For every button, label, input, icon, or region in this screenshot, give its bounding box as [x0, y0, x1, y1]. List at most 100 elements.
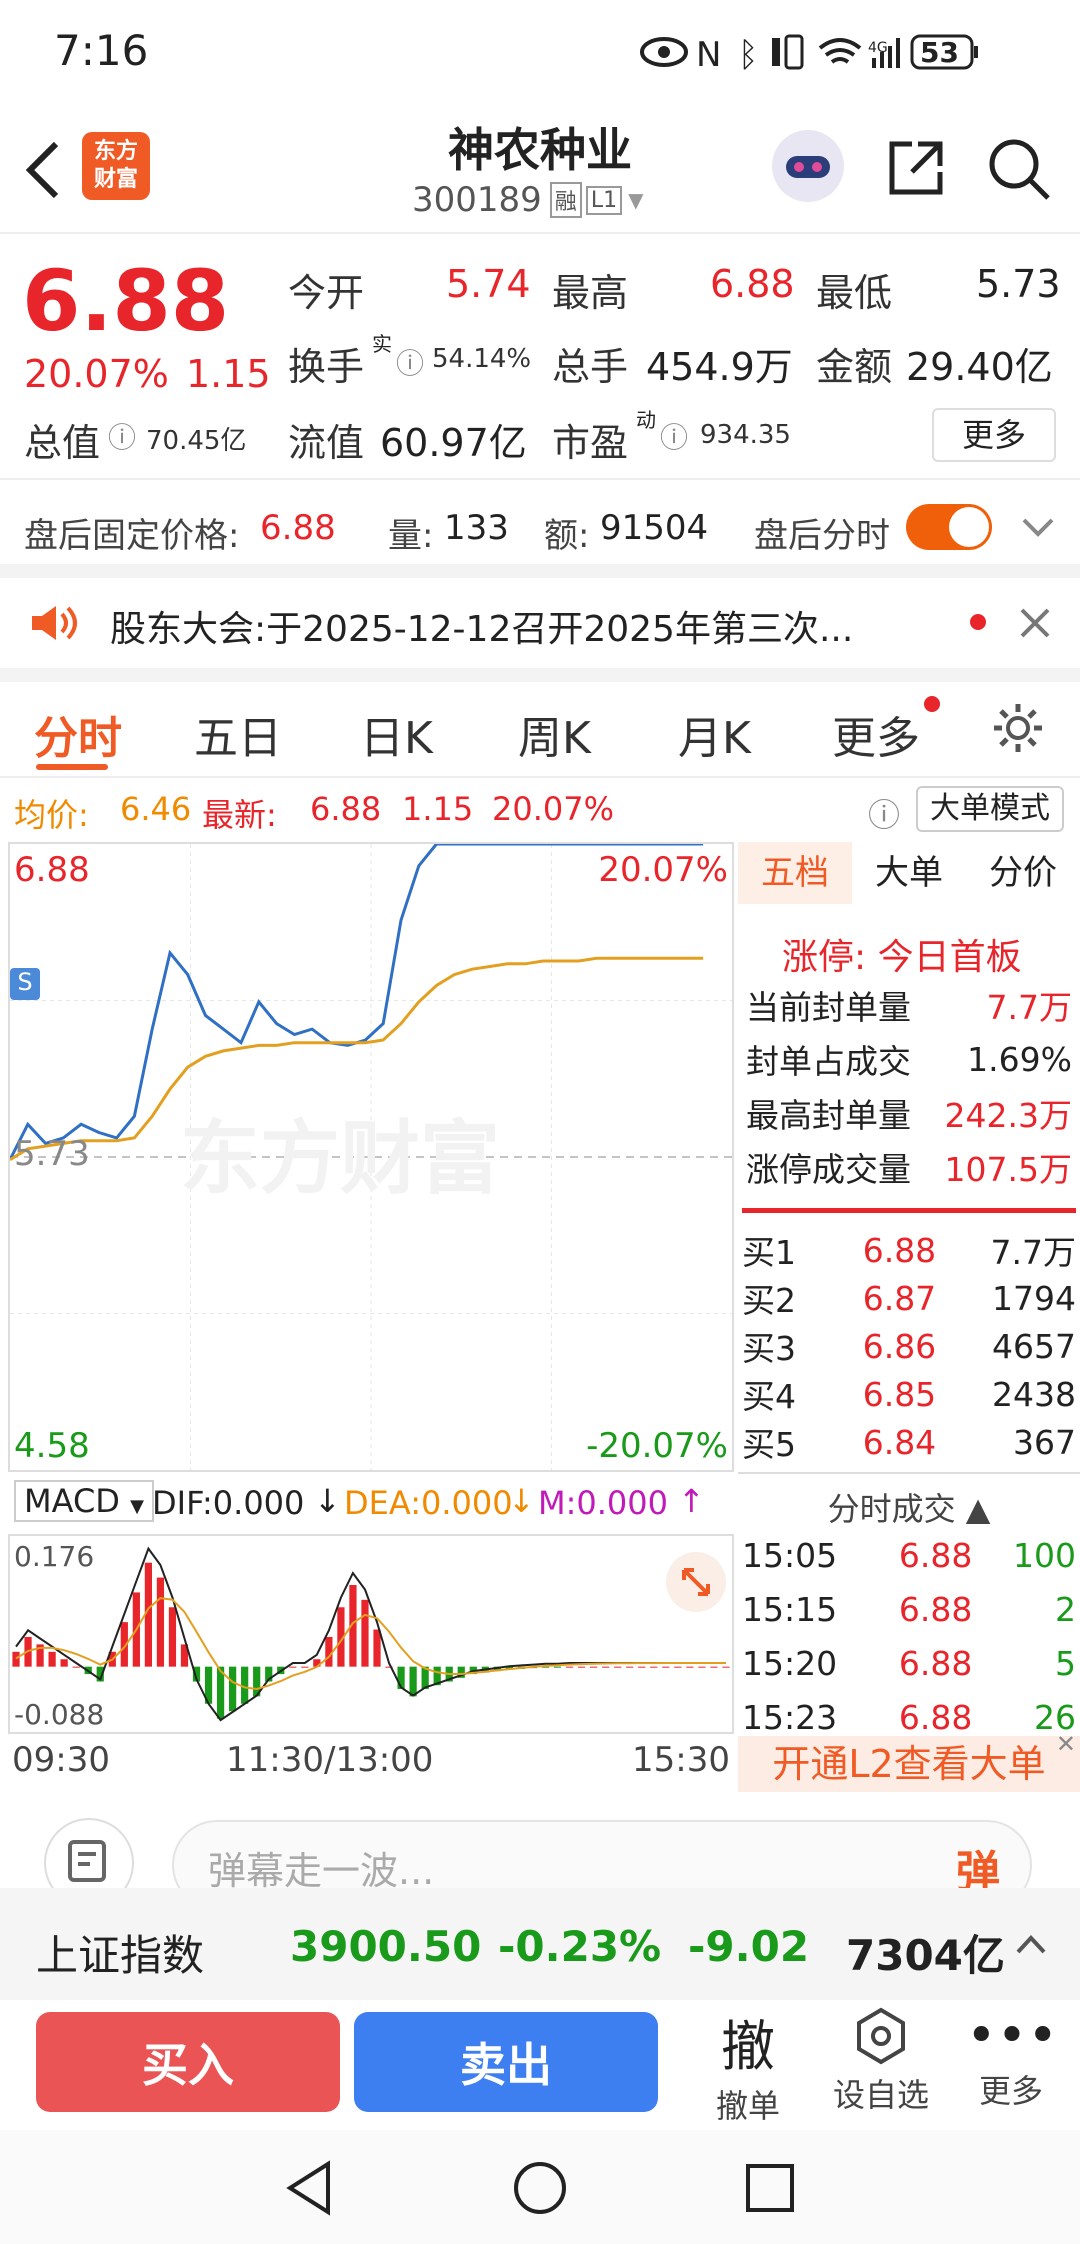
x-tick: 11:30/13:00 [226, 1740, 434, 1780]
low-value: 5.73 [976, 262, 1061, 306]
open-label: 今开 [288, 271, 365, 315]
more-actions-button[interactable]: ••• 更多 [966, 2006, 1058, 2112]
info-icon[interactable]: ⓘ [108, 416, 136, 456]
macd-bottom-label: -0.088 [14, 1698, 105, 1731]
latest-chg: 1.15 [402, 790, 474, 828]
ref-label: 5.73 [14, 1134, 90, 1174]
info-icon[interactable]: ⓘ [660, 416, 688, 456]
macd-bar [361, 1599, 369, 1667]
cancel-order-button[interactable]: 撤 撤单 [708, 2002, 788, 2127]
bid-level: 买1 [742, 1233, 796, 1272]
high-label: 最高 [552, 271, 629, 315]
bid-table: 买1 6.88 7.7万 买2 6.87 1794 买3 6.86 4657 买4 6.85 2… [742, 1226, 1076, 1466]
bid-volume: 1794 [992, 1278, 1076, 1318]
macd-bar [662, 1666, 670, 1668]
macd-bar [626, 1666, 634, 1668]
tab-daily-k[interactable]: 日K [360, 702, 433, 766]
ticks-title[interactable]: 分时成交 ▲ [738, 1470, 1080, 1530]
macd-dif: DIF:0.000 [152, 1484, 305, 1522]
side-tab-five-level[interactable]: 五档 [738, 842, 852, 904]
tab-more[interactable]: 更多 [832, 702, 920, 766]
close-icon[interactable] [1018, 606, 1052, 640]
add-watchlist-button[interactable]: 设自选 [826, 2006, 936, 2116]
promo-close-icon[interactable]: ✕ [1056, 1730, 1076, 1758]
turnover-value: 54.14% [432, 344, 532, 374]
sell-button[interactable]: 卖出 [354, 2012, 658, 2112]
side-tab-big-order[interactable]: 大单 [852, 842, 966, 904]
index-bar[interactable]: 上证指数 3900.50 -0.23% -9.02 7304亿 [0, 1888, 1080, 2000]
bid-row[interactable]: 买3 6.86 4657 [742, 1322, 1076, 1370]
margin-tag: 融 [549, 182, 582, 218]
help-icon[interactable]: ⓘ [868, 790, 900, 836]
buy-button[interactable]: 买入 [36, 2012, 340, 2112]
macd-bar [48, 1651, 56, 1667]
limit-stats: 当前封单量 7.7万 封单占成交 1.69% 最高封单量 242.3万 涨停成交量 10… [746, 978, 1072, 1194]
info-icon[interactable]: ⓘ [396, 342, 424, 382]
tick-price: 6.88 [898, 1535, 973, 1575]
big-order-mode-button[interactable]: 大单模式 [916, 786, 1064, 832]
bid-row[interactable]: 买4 6.85 2438 [742, 1370, 1076, 1418]
tab-monthly-k[interactable]: 月K [678, 702, 751, 766]
notice-bar[interactable]: 股东大会:于2025-12-12召开2025年第三次... [0, 578, 1080, 668]
after-amt-label: 额: [544, 516, 590, 556]
pe-value: 934.35 [700, 420, 791, 450]
y-top-pct: 20.07% [598, 850, 728, 890]
macd-chart[interactable]: 0.176 -0.088 [8, 1534, 734, 1734]
bid-row[interactable]: 买2 6.87 1794 [742, 1274, 1076, 1322]
bid-level: 买2 [742, 1281, 796, 1320]
macd-select[interactable]: MACD ▼ [14, 1480, 154, 1522]
svg-text:4G: 4G [868, 40, 888, 56]
tick-time: 15:05 [742, 1535, 838, 1575]
side-panel: 五档 大单 分价 涨停: 今日首板 当前封单量 7.7万 封单占成交 1.69% 最… [738, 842, 1080, 1792]
l2-promo-banner[interactable]: 开通L2查看大单 [738, 1736, 1080, 1792]
gear-icon[interactable] [990, 700, 1046, 756]
chevron-up-icon[interactable] [1014, 1932, 1048, 1956]
danmu-bar: 弹幕走一波... 弹 [0, 1792, 1080, 1910]
bid-volume: 2438 [992, 1374, 1076, 1414]
status-time: 7:16 [54, 26, 149, 75]
chevron-down-icon[interactable] [1020, 516, 1056, 540]
volume-label: 总手 [552, 345, 629, 389]
intraday-chart[interactable]: 东方财富 6.88 20.07% 5.73 4.58 -20.07% S [8, 842, 734, 1472]
tab-five-day[interactable]: 五日 [194, 702, 282, 766]
speaker-icon [32, 606, 77, 640]
macd-bar [590, 1666, 598, 1668]
mcap-label: 总值 [24, 421, 101, 465]
bid-row[interactable]: 买1 6.88 7.7万 [742, 1226, 1076, 1274]
side-tab-price[interactable]: 分价 [966, 842, 1080, 904]
limit-text: 今日首板 [877, 937, 1022, 978]
nav-recents-icon[interactable] [742, 2160, 798, 2216]
after-hours-toggle[interactable] [906, 504, 992, 550]
more-label: 更多 [978, 2072, 1043, 2110]
bid-volume: 367 [1013, 1422, 1076, 1462]
tab-weekly-k[interactable]: 周K [518, 702, 591, 766]
after-vol: 133 [444, 508, 509, 548]
share-icon[interactable] [884, 136, 948, 200]
notice-text: 股东大会:于2025-12-12召开2025年第三次... [110, 609, 854, 650]
bid-row[interactable]: 买5 6.84 367 [742, 1418, 1076, 1466]
index-pct: -0.23% [498, 1922, 662, 1971]
macd-bar [710, 1666, 718, 1668]
search-icon[interactable] [986, 136, 1052, 202]
status-icons: N ᛒ 4G [640, 34, 978, 74]
tab-more-dot [924, 696, 940, 712]
y-top-label: 6.88 [14, 850, 90, 890]
macd-bar [301, 1666, 309, 1668]
index-value: 3900.50 [290, 1922, 482, 1971]
assistant-avatar[interactable] [772, 130, 844, 202]
more-button[interactable]: 更多 [932, 408, 1056, 462]
expand-icon[interactable] [666, 1552, 726, 1612]
change-amount: 1.15 [186, 352, 271, 396]
stat-key: 当前封单量 [746, 988, 911, 1027]
tick-volume: 5 [1055, 1643, 1076, 1683]
stock-code: 300189 [412, 180, 542, 220]
avg-value: 6.46 [120, 790, 192, 828]
macd-bar [674, 1666, 682, 1668]
nav-home-icon[interactable] [510, 2158, 570, 2218]
s-marker[interactable]: S [10, 968, 40, 1000]
y-bottom-label: 4.58 [14, 1426, 90, 1466]
nav-back-icon[interactable] [280, 2158, 340, 2218]
stat-key: 最高封单量 [746, 1096, 911, 1135]
level-dropdown-icon[interactable]: ▼ [628, 188, 643, 212]
tab-intraday[interactable]: 分时 [34, 702, 122, 766]
